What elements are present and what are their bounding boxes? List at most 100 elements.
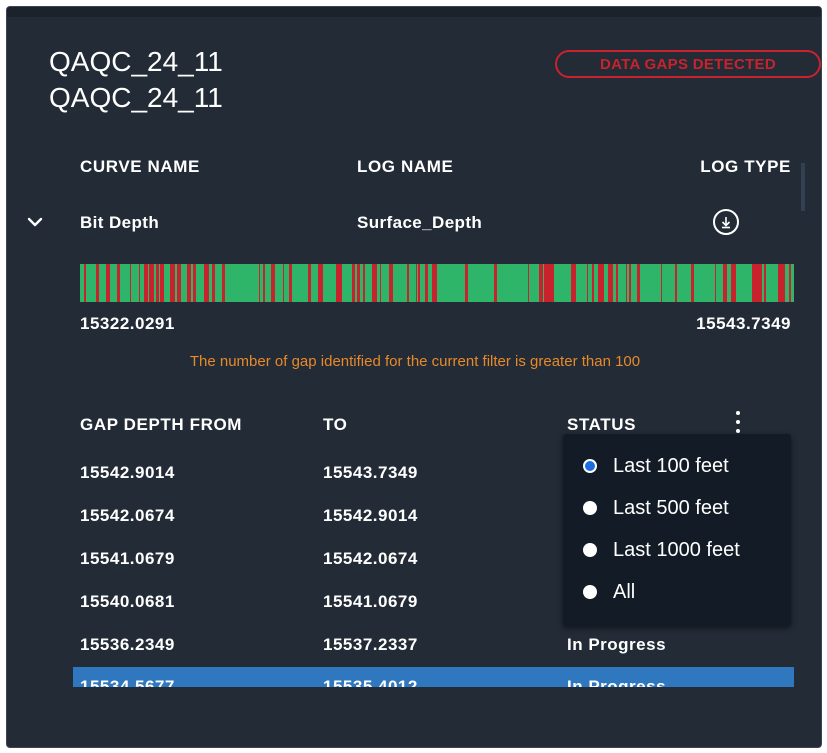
gap-stripe xyxy=(752,264,757,302)
gap-stripe xyxy=(259,264,260,302)
data-gaps-panel: QAQC_24_11 QAQC_24_11 DATA GAPS DETECTED… xyxy=(6,6,822,748)
filter-option-label: Last 100 feet xyxy=(613,455,729,477)
gap-stripe xyxy=(222,264,225,302)
gap-stripe xyxy=(789,264,791,302)
gap-stripe xyxy=(156,264,159,302)
filter-option-last-100-feet[interactable]: Last 100 feet xyxy=(563,446,791,486)
gap-from-cell: 15542.0674 xyxy=(80,506,175,525)
radio-unselected-icon[interactable] xyxy=(583,501,597,515)
panel-title: QAQC_24_11 xyxy=(49,46,223,77)
gap-stripe xyxy=(528,264,529,302)
filter-option-label: Last 1000 feet xyxy=(613,539,740,561)
table-row[interactable]: 15536.2349 15537.2337 In Progress xyxy=(73,625,794,665)
gap-to-cell: 15542.0674 xyxy=(323,549,418,568)
gap-stripe xyxy=(418,264,420,302)
gap-stripe xyxy=(84,264,86,302)
column-header-to: TO xyxy=(323,415,348,434)
gap-stripe xyxy=(571,264,576,302)
gap-stripe xyxy=(735,264,736,302)
gap-stripe xyxy=(193,264,196,302)
column-header-gap-depth-from: GAP DEPTH FROM xyxy=(80,415,243,434)
gap-stripe xyxy=(263,264,265,302)
gap-stripe xyxy=(160,264,164,302)
download-circle-icon[interactable] xyxy=(713,209,739,235)
radio-unselected-icon[interactable] xyxy=(583,543,597,557)
gap-stripe xyxy=(336,264,341,302)
gap-stripe xyxy=(465,264,468,302)
gap-stripe xyxy=(544,264,547,302)
filter-dropdown-menu: Last 100 feet Last 500 feet Last 1000 fe… xyxy=(563,434,791,626)
gap-stripe xyxy=(782,264,785,302)
more-options-icon[interactable] xyxy=(731,411,745,433)
gap-stripe xyxy=(130,264,131,302)
gap-stripe xyxy=(204,264,209,302)
gap-to-cell: 15535.4012 xyxy=(323,677,418,687)
filter-option-last-1000-feet[interactable]: Last 1000 feet xyxy=(563,530,791,570)
gap-stripe xyxy=(731,264,735,302)
gap-stripe xyxy=(283,264,284,302)
gap-stripe xyxy=(675,264,677,302)
gap-stripe xyxy=(318,264,323,302)
gap-distribution-bar xyxy=(80,264,794,302)
gap-from-cell: 15540.0681 xyxy=(80,592,175,611)
gap-stripe xyxy=(187,264,191,302)
gap-stripe xyxy=(149,264,154,302)
radio-selected-icon[interactable] xyxy=(583,459,597,473)
gap-stripe xyxy=(271,264,275,302)
gap-stripe xyxy=(352,264,355,302)
gap-stripe xyxy=(416,264,417,302)
chevron-down-icon[interactable] xyxy=(24,211,46,233)
radio-unselected-icon[interactable] xyxy=(583,585,597,599)
gap-from-cell: 15536.2349 xyxy=(80,635,175,654)
gap-stripe xyxy=(715,264,716,302)
gap-stripe xyxy=(691,264,694,302)
gap-stripe xyxy=(372,264,373,302)
depth-range-start: 15322.0291 xyxy=(80,314,175,333)
gap-stripe xyxy=(539,264,543,302)
table-row-selected[interactable]: 15534.5677 15535.4012 In Progress xyxy=(73,667,794,687)
gap-stripe xyxy=(661,264,662,302)
curve-name-value: Bit Depth xyxy=(80,213,160,232)
header-scrollbar[interactable] xyxy=(801,163,805,211)
gap-stripe xyxy=(373,264,377,302)
gap-stripe xyxy=(494,264,497,302)
gap-stripe xyxy=(425,264,428,302)
gap-stripe xyxy=(117,264,120,302)
gap-to-cell: 15541.0679 xyxy=(323,592,418,611)
gap-stripe xyxy=(552,264,554,302)
gap-stripe xyxy=(389,264,393,302)
gap-stripe xyxy=(357,264,360,302)
panel-subtitle: QAQC_24_11 xyxy=(49,82,223,113)
gap-from-cell: 15542.9014 xyxy=(80,463,175,482)
gap-stripe xyxy=(626,264,627,302)
gap-stripe xyxy=(177,264,181,302)
filter-option-label: Last 500 feet xyxy=(613,497,729,519)
gap-stripe xyxy=(764,264,766,302)
gap-from-cell: 15541.0679 xyxy=(80,549,175,568)
gap-stripe xyxy=(96,264,99,302)
gap-to-cell: 15543.7349 xyxy=(323,463,418,482)
gap-stripe xyxy=(723,264,727,302)
gap-stripe xyxy=(289,264,292,302)
depth-range-end: 15543.7349 xyxy=(696,314,791,333)
gap-stripe xyxy=(380,264,381,302)
gap-stripe xyxy=(616,264,618,302)
gap-stripe xyxy=(341,264,342,302)
gap-stripe xyxy=(598,264,600,302)
gap-stripe xyxy=(778,264,782,302)
gap-stripe xyxy=(587,264,588,302)
gap-stripe xyxy=(592,264,594,302)
gap-stripe xyxy=(629,264,631,302)
gap-stripe xyxy=(757,264,762,302)
filter-option-label: All xyxy=(613,581,636,603)
gap-stripe xyxy=(144,264,148,302)
filter-option-last-500-feet[interactable]: Last 500 feet xyxy=(563,488,791,528)
panel-top-border xyxy=(7,7,821,17)
gap-stripe xyxy=(170,264,175,302)
gap-stripe xyxy=(106,264,110,302)
gap-count-warning: The number of gap identified for the cur… xyxy=(189,353,641,370)
gap-stripe xyxy=(608,264,613,302)
gap-stripe xyxy=(637,264,640,302)
filter-option-all[interactable]: All xyxy=(563,572,791,612)
gap-from-cell: 15534.5677 xyxy=(80,677,175,687)
